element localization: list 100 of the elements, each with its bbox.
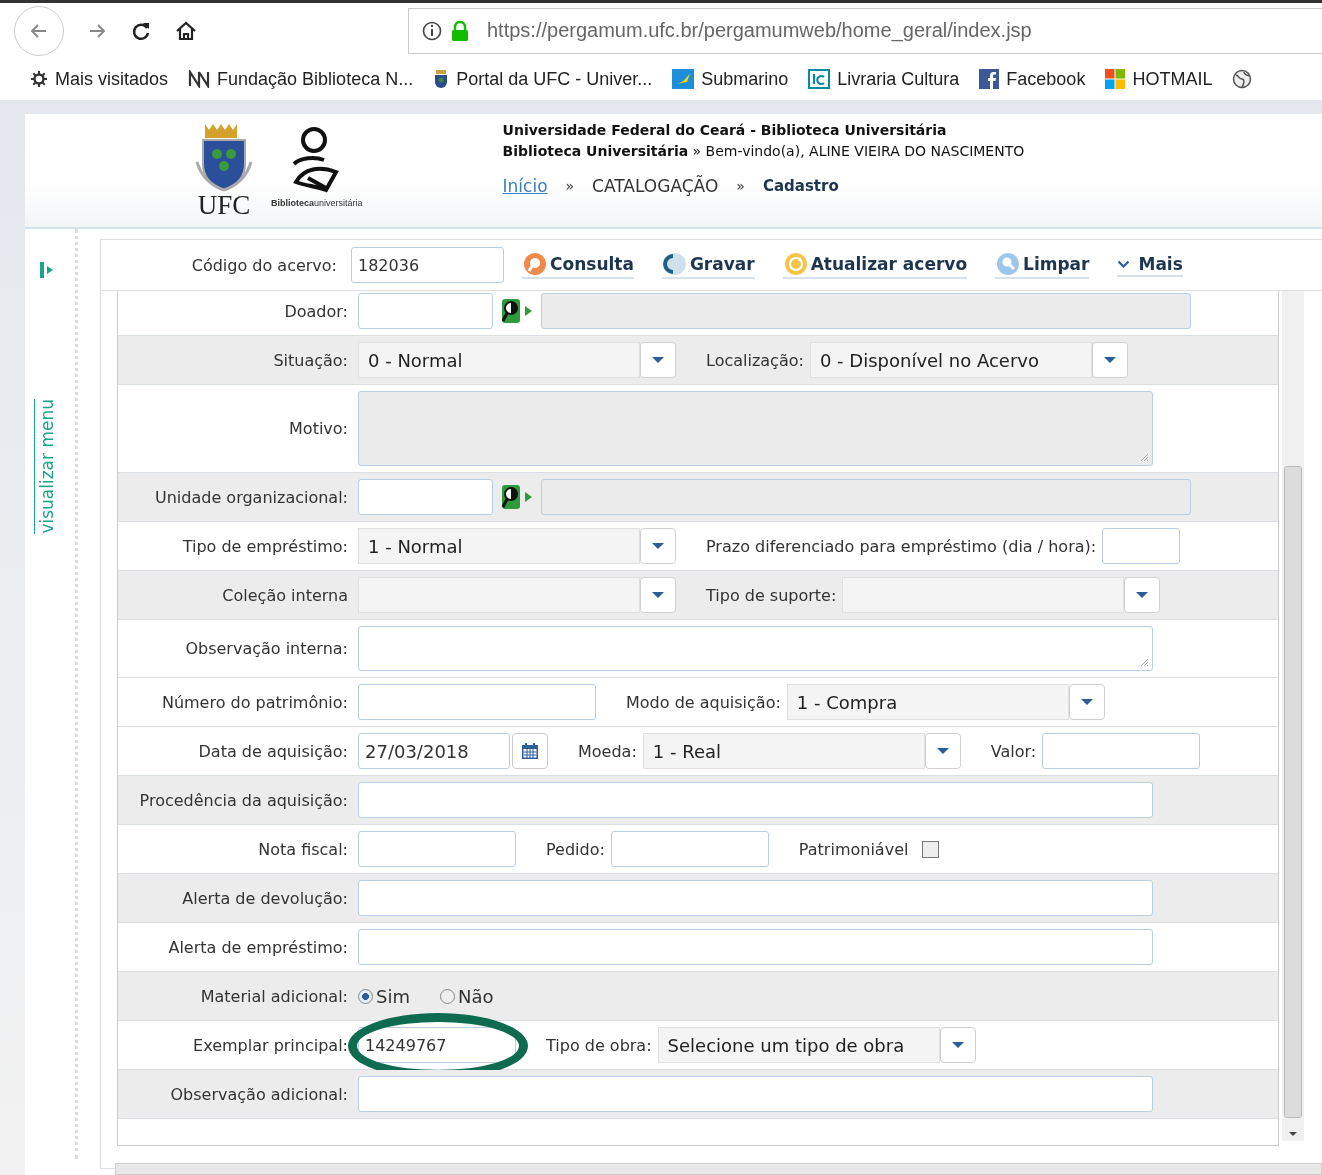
caret-icon <box>1079 698 1094 706</box>
address-bar[interactable]: https://pergamum.ufc.br/pergamumweb/home_geral/index.jsp <box>408 7 1322 54</box>
text-field[interactable] <box>358 782 1153 818</box>
lock-icon <box>451 19 469 42</box>
four-squares-icon <box>1105 69 1126 89</box>
toolbar-button[interactable]: Atualizar acervo <box>782 251 968 279</box>
scrollbar[interactable] <box>115 1163 1322 1175</box>
dropdown-button[interactable] <box>640 577 676 613</box>
text-field[interactable] <box>1102 528 1181 564</box>
field-label: Localização: <box>706 350 804 370</box>
field-label: Situação: <box>273 350 348 370</box>
lc-logo-icon <box>808 69 831 89</box>
f-logo-icon <box>979 69 1000 89</box>
code-field[interactable] <box>358 479 493 515</box>
resize-grip-icon <box>1140 658 1149 667</box>
dropdown-button[interactable] <box>924 733 961 769</box>
scrollbar[interactable] <box>1282 291 1304 1141</box>
field-label: Unidade organizacional: <box>155 487 348 507</box>
field-label: Exemplar principal: <box>193 1035 348 1055</box>
url-text: https://pergamum.ufc.br/pergamumweb/home_geral/index.jsp <box>487 19 1032 42</box>
crest-icon <box>193 122 255 192</box>
refresh-icon <box>782 251 809 276</box>
dropdown-button[interactable] <box>939 1027 976 1063</box>
field-label: Observação interna: <box>185 639 348 658</box>
breadcrumb-link[interactable]: Início <box>502 176 548 196</box>
gear-icon <box>30 70 48 88</box>
save-icon <box>661 251 688 276</box>
field-label: Doador: <box>284 301 348 321</box>
dropdown-button[interactable] <box>1068 684 1105 720</box>
text-field[interactable] <box>610 831 769 867</box>
bookmark-item[interactable]: Fundação Biblioteca N... <box>188 68 414 90</box>
field-label: Tipo de obra: <box>546 1035 652 1055</box>
bookmark-item[interactable]: HOTMAIL <box>1105 68 1213 90</box>
text-field[interactable] <box>358 880 1153 916</box>
magnifier-icon <box>995 251 1022 276</box>
text-field[interactable] <box>358 1076 1153 1112</box>
site-title: Universidade Federal do Ceará - Biblioteca Universitária <box>502 121 948 140</box>
field-label: Moeda: <box>578 741 637 761</box>
toolbar-button[interactable]: Consulta <box>522 251 634 279</box>
search-icon <box>522 251 548 276</box>
caret-icon <box>935 747 950 755</box>
crest-icon <box>433 69 450 89</box>
caret-icon <box>1135 591 1150 599</box>
field-label: Motivo: <box>289 419 348 438</box>
welcome-text: Biblioteca Universitária » Bem-vindo(a), ALINE VIEIRA DO NASCIMENTO <box>502 142 1025 161</box>
chevron-down-icon <box>1117 259 1131 268</box>
field-label: Modo de aquisição: <box>626 692 781 712</box>
toolbar-button[interactable]: Gravar <box>661 251 755 279</box>
description-field[interactable] <box>541 293 1191 329</box>
field-label: Nota fiscal: <box>258 839 348 859</box>
resize-grip-icon <box>1140 453 1149 462</box>
bookmark-item[interactable]: Portal da UFC - Univer... <box>433 68 653 90</box>
bookmark-item[interactable]: Livraria Cultura <box>808 68 960 90</box>
code-field[interactable] <box>358 293 493 329</box>
breadcrumb-separator: » <box>736 178 745 194</box>
field-label: Alerta de empréstimo: <box>168 937 348 957</box>
field-label: Pedido: <box>546 839 605 859</box>
caret-icon <box>950 1041 965 1049</box>
calendar-button[interactable] <box>512 733 548 769</box>
bookmark-item[interactable]: Mais visitados <box>30 68 169 90</box>
toolbar-button[interactable]: Mais <box>1117 253 1183 277</box>
breadcrumb-current: Cadastro <box>762 177 839 195</box>
field-label: Prazo diferenciado para empréstimo (dia / hora): <box>706 536 1097 556</box>
field-label: Número do patrimônio: <box>161 692 348 712</box>
date-field[interactable]: 27/03/2018 <box>358 733 510 769</box>
text-field[interactable] <box>358 929 1153 965</box>
logo-text: Bibliotecauniversitária <box>271 198 363 208</box>
field-label: Código do acervo: <box>190 255 338 275</box>
radio-option[interactable]: Não <box>439 985 494 1007</box>
text-field[interactable] <box>1042 733 1201 769</box>
breadcrumb-item: CATALOGAÇÃO <box>592 176 719 196</box>
expand-icon[interactable] <box>39 261 55 279</box>
field-label: Tipo de empréstimo: <box>182 536 348 556</box>
field-label: Tipo de suporte: <box>706 585 837 605</box>
info-icon <box>421 19 443 42</box>
dropdown-button[interactable] <box>1124 577 1161 613</box>
field-label: Observação adicional: <box>170 1084 348 1104</box>
text-field[interactable]: 14249767 <box>358 1027 516 1063</box>
dropdown-button[interactable] <box>640 342 676 378</box>
code-field[interactable]: 182036 <box>351 247 504 283</box>
bookmark-item[interactable]: Submarino <box>672 68 789 90</box>
bookmark-item[interactable]: Facebook <box>979 68 1086 90</box>
dropdown-button[interactable] <box>1091 342 1128 378</box>
toolbar-button[interactable]: Limpar <box>995 251 1090 279</box>
breadcrumb-separator: » <box>565 178 575 194</box>
text-field[interactable] <box>358 684 596 720</box>
description-field[interactable] <box>541 479 1191 515</box>
radio-option[interactable]: Sim <box>358 985 410 1007</box>
dropdown-button[interactable] <box>640 528 676 564</box>
caret-icon <box>1102 356 1117 364</box>
field-label: Coleção interna <box>222 585 348 605</box>
scroll-down-arrow-icon[interactable] <box>1288 1131 1298 1137</box>
caret-icon <box>651 356 665 364</box>
home-icon[interactable] <box>174 19 198 42</box>
text-area[interactable] <box>358 626 1153 671</box>
calendar-icon <box>520 741 540 761</box>
text-field[interactable] <box>358 831 516 867</box>
emblem-icon <box>188 70 211 88</box>
globe-icon[interactable] <box>1232 69 1253 89</box>
checkbox[interactable] <box>922 840 940 858</box>
